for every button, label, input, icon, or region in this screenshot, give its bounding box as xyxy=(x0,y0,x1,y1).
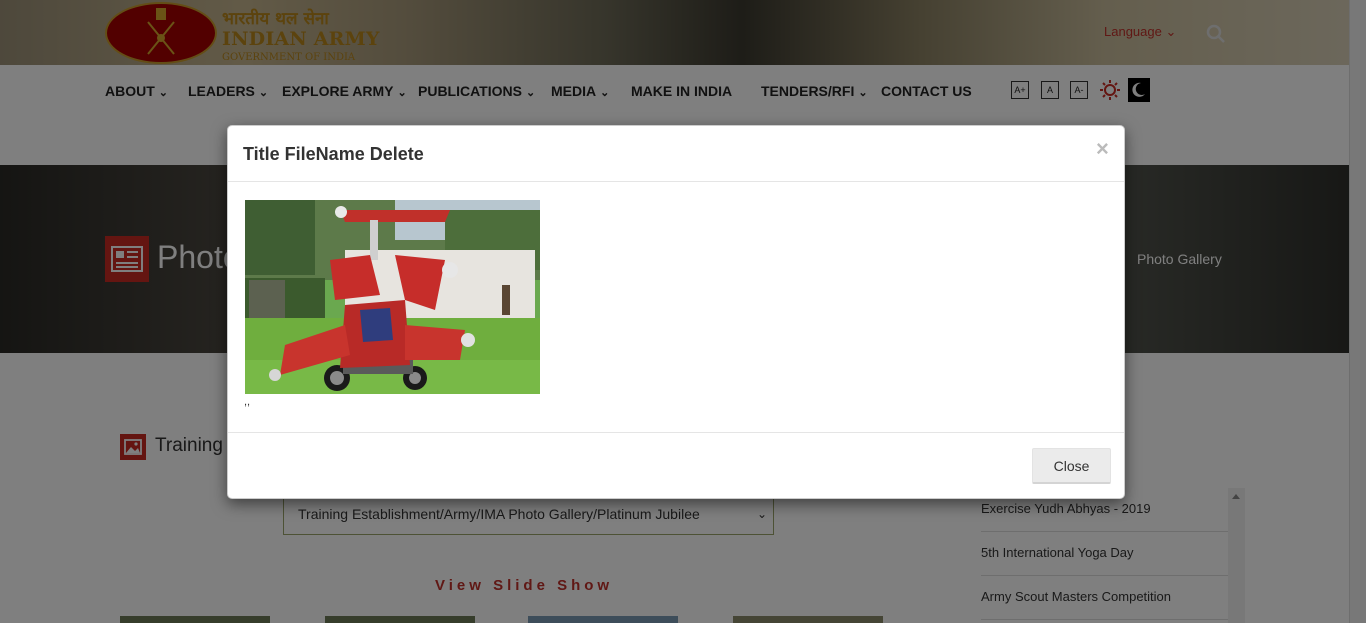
close-button[interactable]: Close xyxy=(1032,448,1111,484)
modal-body: ,, xyxy=(228,182,1124,432)
photo-caption: ,, xyxy=(244,396,251,408)
modal-header: Title FileName Delete × xyxy=(228,126,1124,182)
photo-modal: Title FileName Delete × ,, Close xyxy=(227,125,1125,499)
modal-footer: Close xyxy=(228,432,1124,498)
modal-title: Title FileName Delete xyxy=(243,144,424,164)
gallery-photo xyxy=(245,200,540,394)
close-icon[interactable]: × xyxy=(1096,138,1109,160)
